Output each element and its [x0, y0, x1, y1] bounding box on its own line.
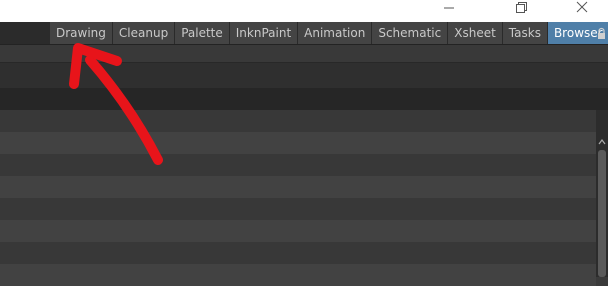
- room-bar-spacer: [0, 22, 50, 44]
- tab-drawing[interactable]: Drawing: [50, 22, 113, 44]
- list-row[interactable]: [0, 220, 596, 242]
- tab-schematic[interactable]: Schematic: [372, 22, 449, 44]
- list-row[interactable]: [0, 198, 596, 220]
- minimize-button[interactable]: [426, 0, 472, 22]
- tab-cleanup[interactable]: Cleanup: [112, 22, 176, 44]
- lock-icon[interactable]: [595, 27, 608, 40]
- list-row[interactable]: [0, 132, 596, 154]
- browser-header: [0, 88, 608, 110]
- list-row[interactable]: [0, 110, 596, 132]
- minimize-icon: [444, 7, 454, 9]
- window-titlebar: [0, 0, 608, 22]
- room-tabs: Drawing Cleanup Palette InknPaint Animat…: [50, 22, 608, 44]
- room-tab-bar: Drawing Cleanup Palette InknPaint Animat…: [0, 22, 608, 45]
- list-row[interactable]: [0, 264, 596, 286]
- list-row[interactable]: [0, 242, 596, 264]
- vertical-scrollbar[interactable]: [596, 110, 608, 277]
- close-icon: [576, 1, 588, 13]
- scroll-up-icon[interactable]: [598, 138, 606, 146]
- close-button[interactable]: [558, 0, 604, 22]
- tab-inknpaint[interactable]: InknPaint: [229, 22, 299, 44]
- room-toolbar: [0, 45, 608, 62]
- list-row[interactable]: [0, 154, 596, 176]
- scrollbar-thumb[interactable]: [598, 150, 606, 277]
- list-row[interactable]: [0, 176, 596, 198]
- browser-toolbar: [0, 62, 608, 89]
- restore-button[interactable]: [498, 0, 544, 22]
- file-list: [0, 110, 596, 286]
- tab-xsheet[interactable]: Xsheet: [448, 22, 503, 44]
- restore-icon: [516, 2, 527, 13]
- tab-palette[interactable]: Palette: [175, 22, 230, 44]
- tab-animation[interactable]: Animation: [298, 22, 373, 44]
- tab-tasks[interactable]: Tasks: [502, 22, 548, 44]
